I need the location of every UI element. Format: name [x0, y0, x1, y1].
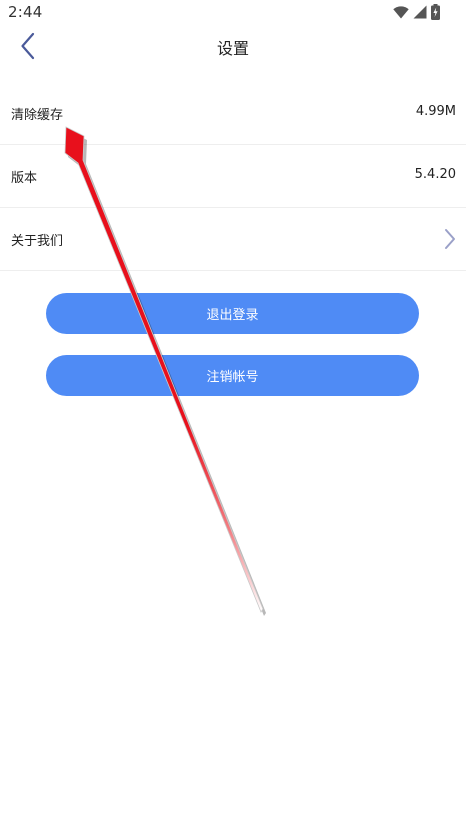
- cache-size-value: 4.99M: [415, 104, 456, 119]
- version-row[interactable]: 版本 5.4.20: [0, 145, 466, 208]
- version-label: 版本: [11, 171, 38, 186]
- battery-charging-icon: [431, 4, 440, 20]
- status-icons: [393, 4, 440, 20]
- nav-bar: 设置: [0, 26, 466, 66]
- signal-icon: [413, 5, 427, 19]
- clear-cache-row[interactable]: 清除缓存 4.99M: [0, 82, 466, 145]
- logout-button[interactable]: 退出登录: [46, 293, 419, 334]
- deactivate-account-button[interactable]: 注销帐号: [46, 355, 419, 396]
- clear-cache-label: 清除缓存: [11, 108, 64, 123]
- about-us-row[interactable]: 关于我们: [0, 208, 466, 271]
- settings-list: 清除缓存 4.99M 版本 5.4.20 关于我们: [0, 82, 466, 271]
- about-us-label: 关于我们: [11, 234, 64, 249]
- chevron-right-icon: [445, 229, 455, 249]
- status-bar: 2:44: [0, 0, 466, 26]
- status-time: 2:44: [8, 3, 43, 21]
- version-value: 5.4.20: [414, 167, 456, 182]
- page-title: 设置: [216, 39, 249, 58]
- wifi-icon: [393, 5, 409, 18]
